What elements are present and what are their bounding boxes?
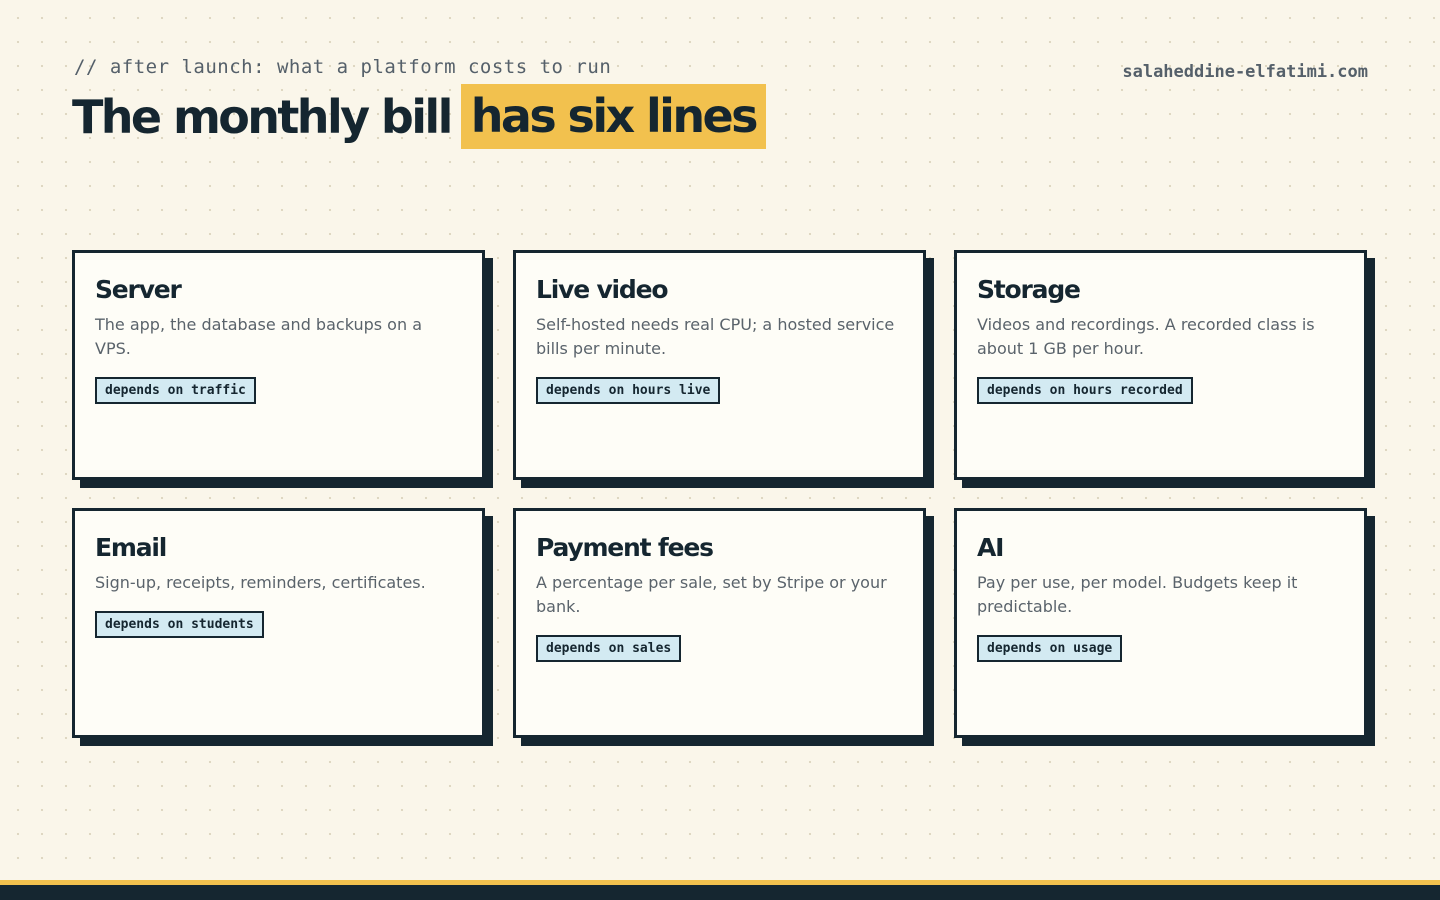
card-title: Storage — [977, 275, 1081, 304]
card-description: Sign-up, receipts, reminders, certificat… — [95, 573, 426, 592]
card-tag: depends on traffic — [95, 377, 256, 404]
site-url: salaheddine-elfatimi.com — [1122, 62, 1368, 82]
cost-card-server: Server The app, the database and backups… — [72, 250, 485, 480]
card-title: Live video — [536, 275, 669, 304]
card-tag: depends on usage — [977, 635, 1123, 662]
card-title: Email — [95, 533, 167, 562]
title-plain: The monthly bill — [72, 89, 453, 144]
cost-card-payment-fees: Payment fees A percentage per sale, set … — [513, 508, 926, 738]
card-description: Pay per use, per model. Budgets keep it … — [977, 573, 1298, 616]
card-tag: depends on students — [95, 611, 264, 638]
card-description: The app, the database and backups on a V… — [95, 315, 422, 358]
cost-card-email: Email Sign-up, receipts, reminders, cert… — [72, 508, 485, 738]
card-tag: depends on hours live — [536, 377, 721, 404]
cost-card-ai: AI Pay per use, per model. Budgets keep … — [954, 508, 1367, 738]
eyebrow-caption: // after launch: what a platform costs t… — [74, 56, 612, 78]
card-tag: depends on hours recorded — [977, 377, 1193, 404]
card-title: Payment fees — [536, 533, 714, 562]
title-highlight: has six lines — [460, 84, 766, 149]
cost-card-storage: Storage Videos and recordings. A recorde… — [954, 250, 1367, 480]
footer-bar — [0, 880, 1440, 900]
cost-card-grid: Server The app, the database and backups… — [72, 250, 1368, 738]
card-description: A percentage per sale, set by Stripe or … — [536, 573, 887, 616]
card-description: Videos and recordings. A recorded class … — [977, 315, 1315, 358]
card-description: Self-hosted needs real CPU; a hosted ser… — [536, 315, 895, 358]
page-title: The monthly bill has six lines — [72, 84, 766, 149]
card-title: Server — [95, 275, 182, 304]
cost-card-live-video: Live video Self-hosted needs real CPU; a… — [513, 250, 926, 480]
card-tag: depends on sales — [536, 635, 682, 662]
card-title: AI — [977, 533, 1004, 562]
